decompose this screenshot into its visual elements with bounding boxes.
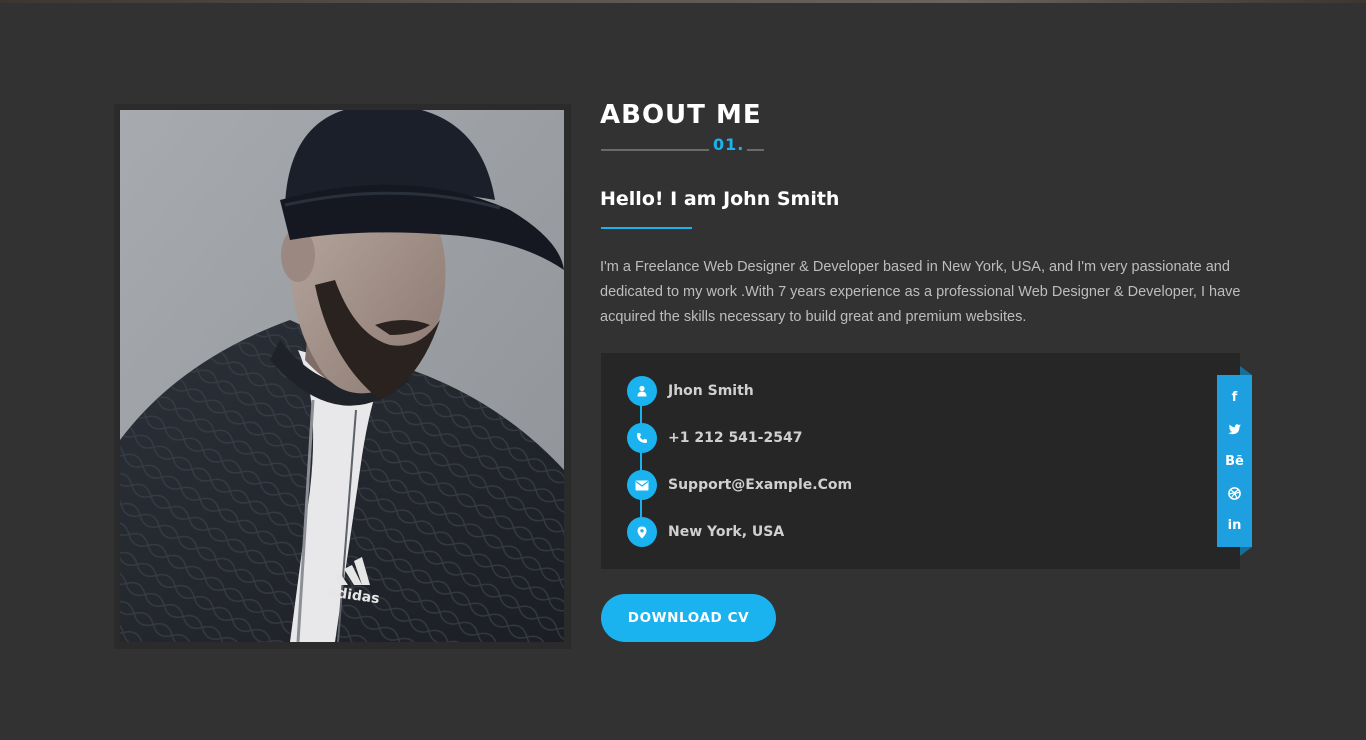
top-border (0, 0, 1366, 3)
section-number: 01. (713, 135, 745, 154)
linkedin-icon[interactable]: in (1217, 513, 1252, 537)
contact-location: New York, USA (668, 524, 785, 540)
contact-timeline-line (640, 392, 642, 532)
social-bar-fold-bottom (1240, 547, 1252, 556)
phone-icon (627, 423, 657, 453)
envelope-icon (627, 470, 657, 500)
section-title: ABOUT ME (600, 100, 762, 130)
contact-item-name: Jhon Smith (627, 376, 754, 406)
download-cv-button[interactable]: DOWNLOAD CV (601, 594, 776, 642)
twitter-icon[interactable] (1217, 417, 1252, 441)
contact-name: Jhon Smith (668, 383, 754, 399)
title-divider-left (601, 149, 709, 151)
intro-underline (601, 227, 692, 229)
contact-item-phone: +1 212 541-2547 (627, 423, 802, 453)
social-bar-fold-top (1240, 366, 1252, 375)
map-pin-icon (627, 517, 657, 547)
facebook-icon[interactable]: f (1217, 385, 1252, 409)
contact-email[interactable]: Support@Example.Com (668, 477, 852, 493)
title-divider-right (747, 149, 764, 151)
social-bar: f Bē in (1217, 375, 1252, 547)
contact-item-location: New York, USA (627, 517, 784, 547)
intro-heading: Hello! I am John Smith (600, 188, 840, 210)
contact-item-email: Support@Example.Com (627, 470, 852, 500)
dribbble-icon[interactable] (1217, 481, 1252, 505)
behance-icon[interactable]: Bē (1217, 449, 1252, 473)
profile-photo: adidas (120, 110, 564, 642)
contact-phone: +1 212 541-2547 (668, 430, 803, 446)
user-icon (627, 376, 657, 406)
bio-text: I'm a Freelance Web Designer & Developer… (600, 259, 1241, 325)
